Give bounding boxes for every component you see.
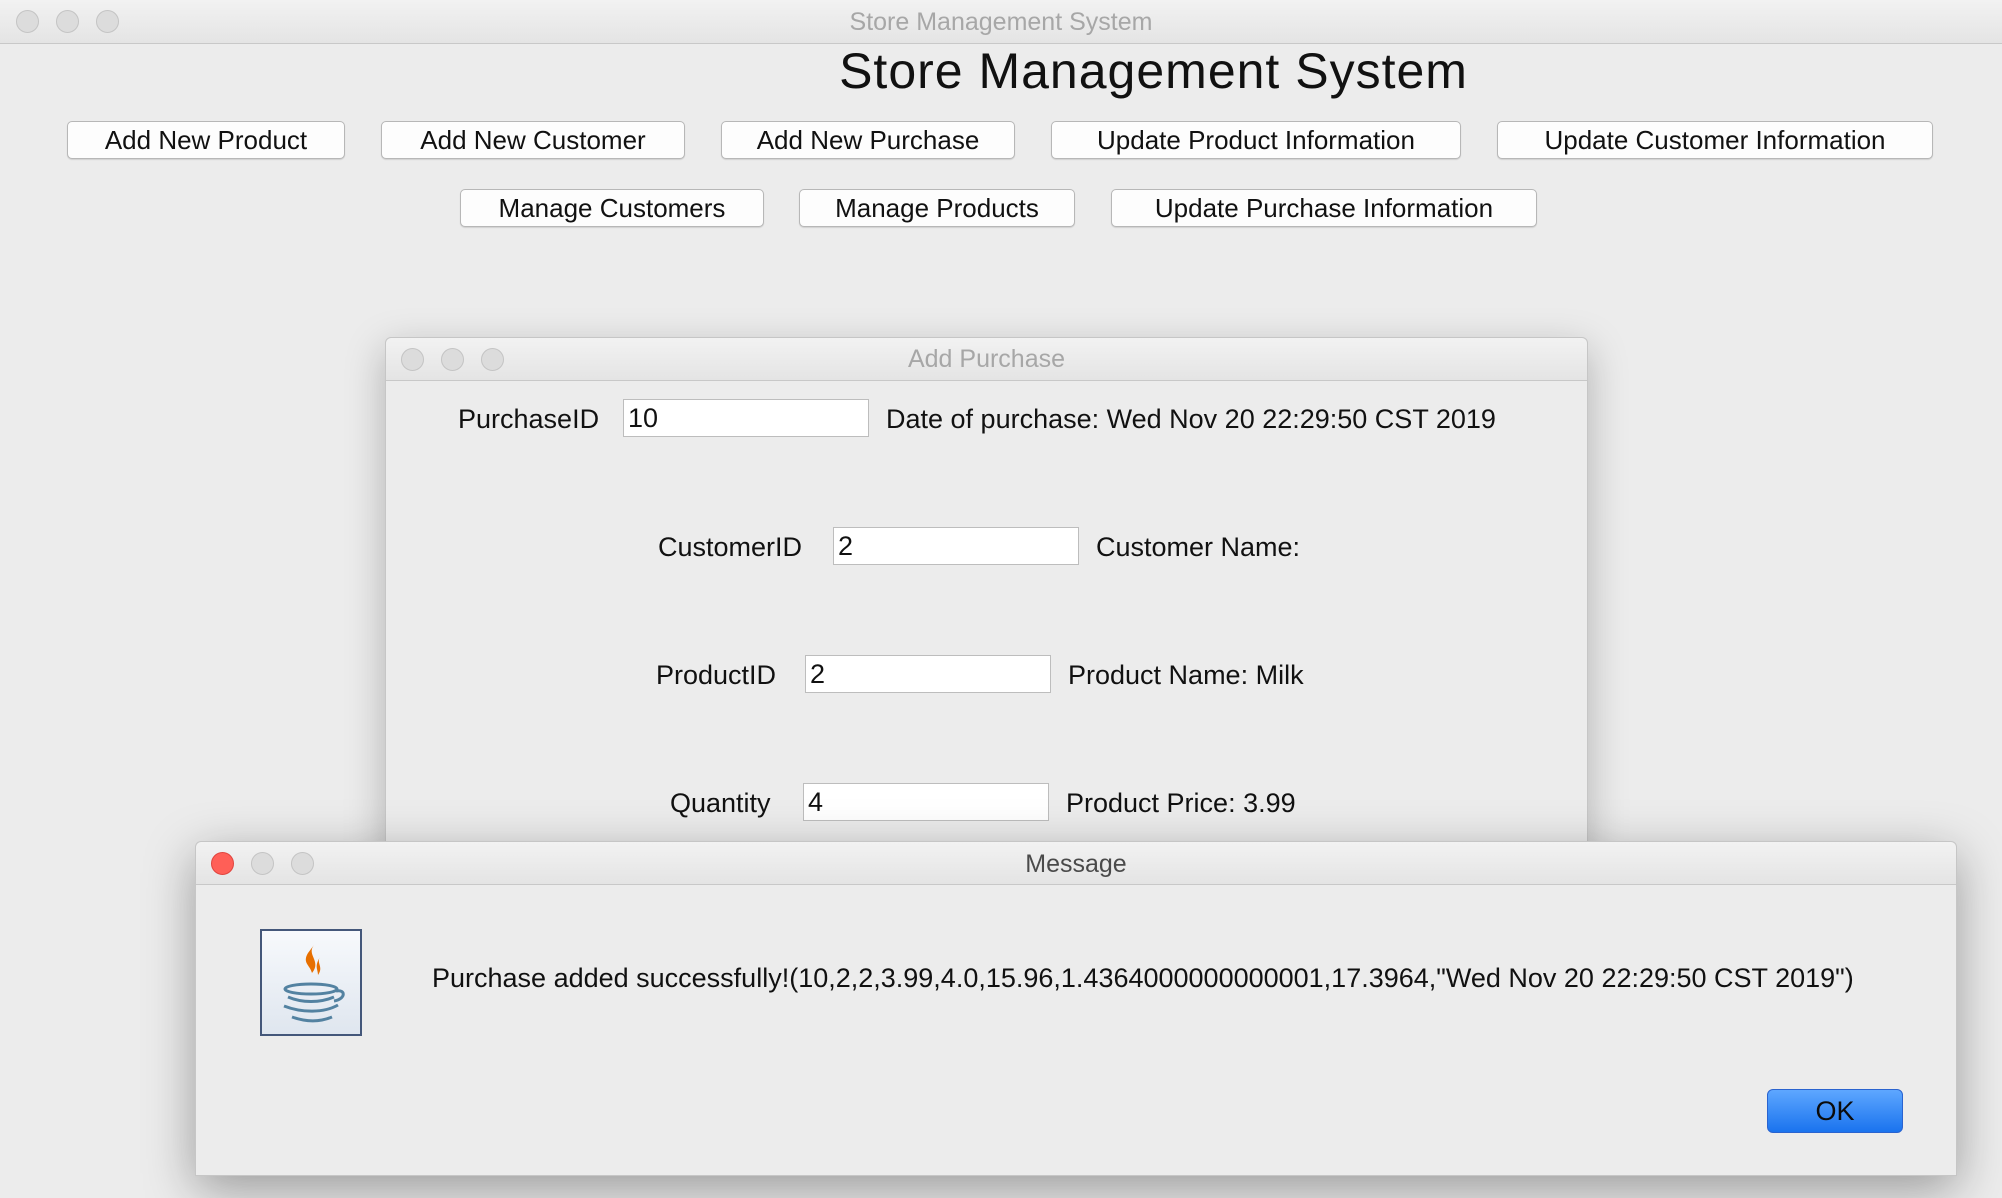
add-new-product-button[interactable]: Add New Product <box>67 121 345 159</box>
java-icon <box>260 929 362 1036</box>
add-purchase-dialog: Add Purchase PurchaseID Date of purchase… <box>385 337 1588 857</box>
customer-id-label: CustomerID <box>658 532 803 562</box>
message-text: Purchase added successfully!(10,2,2,3.99… <box>432 963 1854 993</box>
customer-id-field[interactable] <box>833 527 1079 565</box>
date-of-purchase-label: Date of purchase: Wed Nov 20 22:29:50 CS… <box>886 404 1496 434</box>
product-name-label: Product Name: Milk <box>1068 660 1304 690</box>
purchase-id-field[interactable] <box>623 399 869 437</box>
manage-products-button[interactable]: Manage Products <box>799 189 1075 227</box>
app-heading: Store Management System <box>839 43 1468 99</box>
product-price-label: Product Price: 3.99 <box>1066 788 1296 818</box>
quantity-field[interactable] <box>803 783 1049 821</box>
update-purchase-information-button[interactable]: Update Purchase Information <box>1111 189 1537 227</box>
customer-name-label: Customer Name: <box>1096 532 1301 562</box>
message-titlebar: Message <box>196 842 1956 885</box>
message-dialog: Message <box>195 841 1957 1176</box>
ok-button[interactable]: OK <box>1767 1089 1903 1133</box>
message-title: Message <box>1025 850 1127 878</box>
window-title: Store Management System <box>849 8 1153 36</box>
quantity-label: Quantity <box>670 788 771 818</box>
add-new-customer-button[interactable]: Add New Customer <box>381 121 685 159</box>
product-id-label: ProductID <box>656 660 777 690</box>
add-purchase-title: Add Purchase <box>907 345 1066 373</box>
add-new-purchase-button[interactable]: Add New Purchase <box>721 121 1015 159</box>
main-titlebar: Store Management System <box>0 0 2002 44</box>
update-product-information-button[interactable]: Update Product Information <box>1051 121 1461 159</box>
purchase-id-label: PurchaseID <box>458 404 600 434</box>
manage-customers-button[interactable]: Manage Customers <box>460 189 764 227</box>
add-purchase-titlebar: Add Purchase <box>386 338 1587 381</box>
update-customer-information-button[interactable]: Update Customer Information <box>1497 121 1933 159</box>
product-id-field[interactable] <box>805 655 1051 693</box>
